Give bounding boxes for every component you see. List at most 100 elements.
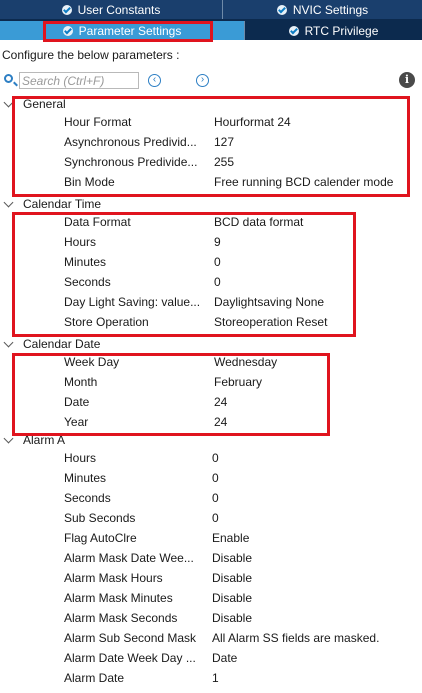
param-name: Week Day xyxy=(64,355,120,369)
chevron-down-icon[interactable] xyxy=(3,97,14,108)
param-value[interactable]: All Alarm SS fields are masked. xyxy=(212,628,379,648)
group-calendar-time: Calendar Time Data Format BCD data format… xyxy=(0,196,422,332)
param-row[interactable]: Data Format BCD data format xyxy=(0,212,422,232)
tab-rtc-privilege[interactable]: RTC Privilege xyxy=(244,21,422,40)
chevron-down-icon[interactable] xyxy=(3,337,14,348)
check-circle-icon xyxy=(288,25,299,36)
param-row[interactable]: Minutes 0 xyxy=(0,252,422,272)
param-name: Bin Mode xyxy=(64,175,115,189)
param-value[interactable]: 1 xyxy=(212,668,219,688)
param-value[interactable]: 0 xyxy=(214,252,221,272)
param-row[interactable]: Alarm Mask Seconds Disable xyxy=(0,608,422,628)
param-value[interactable]: 0 xyxy=(212,448,219,468)
param-row[interactable]: Synchronous Predivide... 255 xyxy=(0,152,422,172)
param-row[interactable]: Asynchronous Predivid... 127 xyxy=(0,132,422,152)
search-input[interactable] xyxy=(19,72,139,89)
param-row[interactable]: Alarm Mask Hours Disable xyxy=(0,568,422,588)
tab-parameter-settings[interactable]: Parameter Settings xyxy=(0,21,244,40)
param-value[interactable]: February xyxy=(214,372,262,392)
param-name: Minutes xyxy=(64,471,107,485)
next-arrow-icon[interactable]: › xyxy=(196,74,209,87)
param-row[interactable]: Week Day Wednesday xyxy=(0,352,422,372)
param-value[interactable]: 127 xyxy=(214,132,234,152)
tab-nvic-settings[interactable]: NVIC Settings xyxy=(222,0,422,19)
param-row[interactable]: Seconds 0 xyxy=(0,488,422,508)
param-row[interactable]: Flag AutoClre Enable xyxy=(0,528,422,548)
param-value[interactable]: 0 xyxy=(214,272,221,292)
group-header-calendar-date[interactable]: Calendar Date xyxy=(0,336,422,352)
param-value[interactable]: Wednesday xyxy=(214,352,277,372)
check-circle-icon xyxy=(276,4,287,15)
search-toolbar: ‹ › i xyxy=(0,70,422,92)
param-row[interactable]: Day Light Saving: value... Daylightsaving… xyxy=(0,292,422,312)
param-value[interactable]: Disable xyxy=(212,568,252,588)
search-icon[interactable] xyxy=(4,74,13,83)
param-value[interactable]: Hourformat 24 xyxy=(214,112,291,132)
param-value[interactable]: 24 xyxy=(214,412,227,432)
param-value[interactable]: 24 xyxy=(214,392,227,412)
param-value[interactable]: Enable xyxy=(212,528,249,548)
param-name: Day Light Saving: value... xyxy=(64,295,201,309)
param-row[interactable]: Alarm Mask Date Wee... Disable xyxy=(0,548,422,568)
param-value[interactable]: Daylightsaving None xyxy=(214,292,324,312)
param-name: Hours xyxy=(64,451,97,465)
info-icon[interactable]: i xyxy=(399,72,415,88)
param-name: Alarm Mask Minutes xyxy=(64,591,173,605)
chevron-down-icon[interactable] xyxy=(3,433,14,444)
group-alarm-a: Alarm A Hours 0 Minutes 0 Seconds 0 Sub Sec… xyxy=(0,432,422,688)
param-row[interactable]: Seconds 0 xyxy=(0,272,422,292)
param-value[interactable]: Disable xyxy=(212,608,252,628)
param-name: Alarm Date Week Day ... xyxy=(64,651,196,665)
group-title: Alarm A xyxy=(23,433,66,447)
param-name: Alarm Date xyxy=(64,671,125,685)
param-row[interactable]: Minutes 0 xyxy=(0,468,422,488)
tab-label: NVIC Settings xyxy=(292,2,369,17)
group-header-general[interactable]: General xyxy=(0,96,422,112)
param-row[interactable]: Hours 0 xyxy=(0,448,422,468)
param-name: Flag AutoClre xyxy=(64,531,137,545)
param-row[interactable]: Alarm Date 1 xyxy=(0,668,422,688)
param-name: Minutes xyxy=(64,255,107,269)
param-name: Seconds xyxy=(64,491,111,505)
param-value[interactable]: 9 xyxy=(214,232,221,252)
param-row[interactable]: Hour Format Hourformat 24 xyxy=(0,112,422,132)
tab-label: User Constants xyxy=(77,2,161,17)
param-value[interactable]: 0 xyxy=(212,508,219,528)
param-row[interactable]: Bin Mode Free running BCD calender mode xyxy=(0,172,422,192)
param-name: Data Format xyxy=(64,215,131,229)
param-row[interactable]: Hours 9 xyxy=(0,232,422,252)
param-row[interactable]: Sub Seconds 0 xyxy=(0,508,422,528)
check-circle-icon xyxy=(61,4,72,15)
param-row[interactable]: Year 24 xyxy=(0,412,422,432)
param-value[interactable]: 0 xyxy=(212,488,219,508)
check-circle-icon xyxy=(62,25,73,36)
previous-arrow-icon[interactable]: ‹ xyxy=(148,74,161,87)
chevron-down-icon[interactable] xyxy=(3,197,14,208)
param-value[interactable]: 255 xyxy=(214,152,234,172)
param-name: Asynchronous Predivid... xyxy=(64,135,197,149)
param-row[interactable]: Date 24 xyxy=(0,392,422,412)
param-value[interactable]: Disable xyxy=(212,588,252,608)
param-row[interactable]: Alarm Mask Minutes Disable xyxy=(0,588,422,608)
tab-label: Parameter Settings xyxy=(78,23,182,38)
param-value[interactable]: Disable xyxy=(212,548,252,568)
param-value[interactable]: Free running BCD calender mode xyxy=(214,172,393,192)
group-header-calendar-time[interactable]: Calendar Time xyxy=(0,196,422,212)
param-name: Alarm Mask Hours xyxy=(64,571,163,585)
param-value[interactable]: Date xyxy=(212,648,237,668)
param-name: Seconds xyxy=(64,275,111,289)
param-row[interactable]: Alarm Sub Second Mask All Alarm SS fields… xyxy=(0,628,422,648)
param-name: Month xyxy=(64,375,98,389)
group-header-alarm-a[interactable]: Alarm A xyxy=(0,432,422,448)
param-value[interactable]: 0 xyxy=(212,468,219,488)
tab-user-constants[interactable]: User Constants xyxy=(0,0,222,19)
group-general: General Hour Format Hourformat 24 Asynchr… xyxy=(0,96,422,192)
param-value[interactable]: BCD data format xyxy=(214,212,303,232)
param-row[interactable]: Month February xyxy=(0,372,422,392)
param-value[interactable]: Storeoperation Reset xyxy=(214,312,327,332)
param-name: Synchronous Predivide... xyxy=(64,155,198,169)
param-row[interactable]: Store Operation Storeoperation Reset xyxy=(0,312,422,332)
param-name: Hours xyxy=(64,235,97,249)
param-row[interactable]: Alarm Date Week Day ... Date xyxy=(0,648,422,668)
param-name: Alarm Mask Seconds xyxy=(64,611,178,625)
